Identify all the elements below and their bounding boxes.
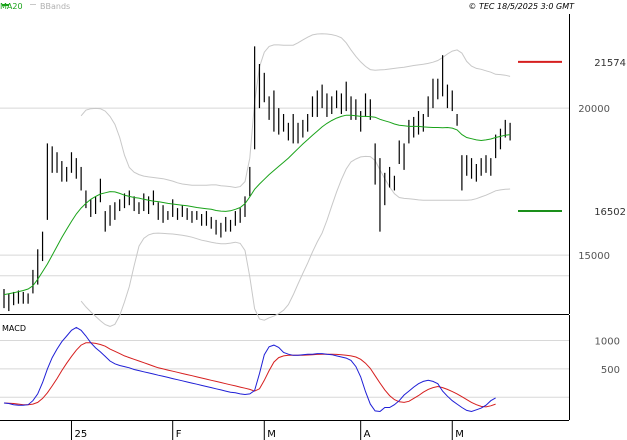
x-tick-label: M — [267, 429, 276, 440]
macd-y-ticks: 1000 500 — [595, 337, 620, 376]
ma20-legend-label: MA20 — [0, 2, 23, 11]
price-tick-label: 20000 — [578, 104, 610, 115]
bb-lower-line — [80, 155, 511, 327]
bbands-legend-label: BBands — [40, 2, 70, 11]
macd-tick-label: 1000 — [595, 337, 620, 348]
chart-canvas: MA20 BBands © TEC 18/5/2025 3:0 GMT 2157… — [0, 2, 626, 440]
price-levels: 21574 16502 — [518, 58, 626, 218]
x-tick-label: 25 — [74, 429, 87, 440]
price-y-ticks: 20000 15000 — [578, 104, 610, 262]
x-axis-ticks: 25 F M A M — [70, 420, 464, 440]
macd-tick-label: 500 — [601, 365, 620, 376]
bollinger-bands — [80, 33, 511, 327]
ma20-line — [3, 114, 511, 296]
copyright-text: © TEC 18/5/2025 3:0 GMT — [468, 2, 575, 11]
support-level-label: 16502 — [594, 207, 626, 218]
x-tick-label: A — [364, 429, 371, 440]
bbands-legend-swatch — [30, 4, 36, 5]
x-tick-label: F — [176, 429, 182, 440]
bb-upper-line — [80, 33, 511, 189]
price-tick-label: 15000 — [578, 251, 610, 262]
resistance-level-label: 21574 — [594, 58, 626, 69]
macd-gridlines — [0, 340, 569, 398]
macd-panel-title: MACD — [2, 324, 26, 333]
x-tick-label: M — [455, 429, 464, 440]
